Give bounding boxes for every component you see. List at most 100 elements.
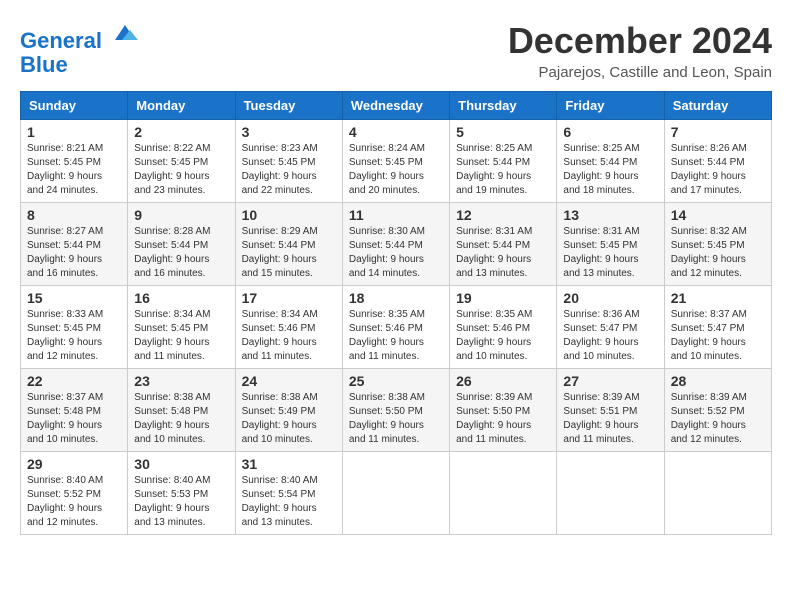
day-info: Sunrise: 8:27 AM Sunset: 5:44 PM Dayligh… [27, 225, 121, 281]
day-number: 12 [456, 207, 550, 223]
calendar-cell: 28 Sunrise: 8:39 AM Sunset: 5:52 PM Dayl… [664, 369, 771, 452]
day-number: 13 [563, 207, 657, 223]
day-number: 15 [27, 290, 121, 306]
logo: General Blue [20, 20, 140, 77]
weekday-header: Sunday [21, 92, 128, 120]
calendar-cell: 9 Sunrise: 8:28 AM Sunset: 5:44 PM Dayli… [128, 203, 235, 286]
day-info: Sunrise: 8:39 AM Sunset: 5:50 PM Dayligh… [456, 391, 550, 447]
day-info: Sunrise: 8:40 AM Sunset: 5:52 PM Dayligh… [27, 474, 121, 530]
weekday-header-row: SundayMondayTuesdayWednesdayThursdayFrid… [21, 92, 772, 120]
calendar-cell: 26 Sunrise: 8:39 AM Sunset: 5:50 PM Dayl… [450, 369, 557, 452]
day-number: 6 [563, 124, 657, 140]
calendar-cell: 29 Sunrise: 8:40 AM Sunset: 5:52 PM Dayl… [21, 452, 128, 535]
calendar-week-row: 15 Sunrise: 8:33 AM Sunset: 5:45 PM Dayl… [21, 286, 772, 369]
day-info: Sunrise: 8:30 AM Sunset: 5:44 PM Dayligh… [349, 225, 443, 281]
calendar-cell: 1 Sunrise: 8:21 AM Sunset: 5:45 PM Dayli… [21, 120, 128, 203]
day-number: 18 [349, 290, 443, 306]
day-number: 28 [671, 373, 765, 389]
day-info: Sunrise: 8:31 AM Sunset: 5:44 PM Dayligh… [456, 225, 550, 281]
calendar-cell: 3 Sunrise: 8:23 AM Sunset: 5:45 PM Dayli… [235, 120, 342, 203]
day-number: 21 [671, 290, 765, 306]
calendar-cell: 25 Sunrise: 8:38 AM Sunset: 5:50 PM Dayl… [342, 369, 449, 452]
day-number: 10 [242, 207, 336, 223]
day-number: 5 [456, 124, 550, 140]
day-info: Sunrise: 8:29 AM Sunset: 5:44 PM Dayligh… [242, 225, 336, 281]
weekday-header: Friday [557, 92, 664, 120]
calendar-cell: 23 Sunrise: 8:38 AM Sunset: 5:48 PM Dayl… [128, 369, 235, 452]
logo-icon [110, 20, 140, 48]
day-number: 30 [134, 456, 228, 472]
day-info: Sunrise: 8:35 AM Sunset: 5:46 PM Dayligh… [456, 308, 550, 364]
page-header: General Blue December 2024 Pajarejos, Ca… [20, 20, 772, 81]
day-info: Sunrise: 8:31 AM Sunset: 5:45 PM Dayligh… [563, 225, 657, 281]
day-number: 23 [134, 373, 228, 389]
weekday-header: Tuesday [235, 92, 342, 120]
day-number: 4 [349, 124, 443, 140]
weekday-header: Thursday [450, 92, 557, 120]
calendar-cell [664, 452, 771, 535]
day-number: 17 [242, 290, 336, 306]
calendar-cell: 4 Sunrise: 8:24 AM Sunset: 5:45 PM Dayli… [342, 120, 449, 203]
calendar-cell: 10 Sunrise: 8:29 AM Sunset: 5:44 PM Dayl… [235, 203, 342, 286]
day-info: Sunrise: 8:22 AM Sunset: 5:45 PM Dayligh… [134, 142, 228, 198]
calendar-cell: 30 Sunrise: 8:40 AM Sunset: 5:53 PM Dayl… [128, 452, 235, 535]
day-number: 1 [27, 124, 121, 140]
day-info: Sunrise: 8:21 AM Sunset: 5:45 PM Dayligh… [27, 142, 121, 198]
calendar-cell: 8 Sunrise: 8:27 AM Sunset: 5:44 PM Dayli… [21, 203, 128, 286]
day-info: Sunrise: 8:32 AM Sunset: 5:45 PM Dayligh… [671, 225, 765, 281]
calendar-cell: 17 Sunrise: 8:34 AM Sunset: 5:46 PM Dayl… [235, 286, 342, 369]
calendar-cell [342, 452, 449, 535]
day-info: Sunrise: 8:28 AM Sunset: 5:44 PM Dayligh… [134, 225, 228, 281]
calendar-cell: 5 Sunrise: 8:25 AM Sunset: 5:44 PM Dayli… [450, 120, 557, 203]
day-info: Sunrise: 8:36 AM Sunset: 5:47 PM Dayligh… [563, 308, 657, 364]
logo-blue: Blue [20, 52, 68, 77]
day-info: Sunrise: 8:37 AM Sunset: 5:47 PM Dayligh… [671, 308, 765, 364]
day-info: Sunrise: 8:33 AM Sunset: 5:45 PM Dayligh… [27, 308, 121, 364]
calendar-cell: 6 Sunrise: 8:25 AM Sunset: 5:44 PM Dayli… [557, 120, 664, 203]
calendar-cell: 31 Sunrise: 8:40 AM Sunset: 5:54 PM Dayl… [235, 452, 342, 535]
day-number: 11 [349, 207, 443, 223]
day-info: Sunrise: 8:34 AM Sunset: 5:45 PM Dayligh… [134, 308, 228, 364]
day-number: 14 [671, 207, 765, 223]
calendar-cell: 2 Sunrise: 8:22 AM Sunset: 5:45 PM Dayli… [128, 120, 235, 203]
day-number: 19 [456, 290, 550, 306]
calendar-cell [557, 452, 664, 535]
day-number: 31 [242, 456, 336, 472]
calendar-cell: 24 Sunrise: 8:38 AM Sunset: 5:49 PM Dayl… [235, 369, 342, 452]
logo-general: General [20, 28, 102, 53]
calendar-cell: 20 Sunrise: 8:36 AM Sunset: 5:47 PM Dayl… [557, 286, 664, 369]
calendar-cell: 16 Sunrise: 8:34 AM Sunset: 5:45 PM Dayl… [128, 286, 235, 369]
day-info: Sunrise: 8:35 AM Sunset: 5:46 PM Dayligh… [349, 308, 443, 364]
day-number: 20 [563, 290, 657, 306]
day-number: 9 [134, 207, 228, 223]
calendar-week-row: 29 Sunrise: 8:40 AM Sunset: 5:52 PM Dayl… [21, 452, 772, 535]
day-info: Sunrise: 8:39 AM Sunset: 5:52 PM Dayligh… [671, 391, 765, 447]
day-info: Sunrise: 8:39 AM Sunset: 5:51 PM Dayligh… [563, 391, 657, 447]
calendar-cell: 27 Sunrise: 8:39 AM Sunset: 5:51 PM Dayl… [557, 369, 664, 452]
day-number: 27 [563, 373, 657, 389]
title-block: December 2024 Pajarejos, Castille and Le… [508, 20, 772, 81]
day-info: Sunrise: 8:38 AM Sunset: 5:50 PM Dayligh… [349, 391, 443, 447]
weekday-header: Saturday [664, 92, 771, 120]
calendar-cell: 14 Sunrise: 8:32 AM Sunset: 5:45 PM Dayl… [664, 203, 771, 286]
calendar-week-row: 8 Sunrise: 8:27 AM Sunset: 5:44 PM Dayli… [21, 203, 772, 286]
calendar-cell: 21 Sunrise: 8:37 AM Sunset: 5:47 PM Dayl… [664, 286, 771, 369]
calendar-cell: 12 Sunrise: 8:31 AM Sunset: 5:44 PM Dayl… [450, 203, 557, 286]
calendar-cell [450, 452, 557, 535]
day-info: Sunrise: 8:23 AM Sunset: 5:45 PM Dayligh… [242, 142, 336, 198]
day-info: Sunrise: 8:34 AM Sunset: 5:46 PM Dayligh… [242, 308, 336, 364]
day-number: 2 [134, 124, 228, 140]
day-number: 3 [242, 124, 336, 140]
day-number: 8 [27, 207, 121, 223]
day-info: Sunrise: 8:40 AM Sunset: 5:53 PM Dayligh… [134, 474, 228, 530]
day-info: Sunrise: 8:25 AM Sunset: 5:44 PM Dayligh… [563, 142, 657, 198]
calendar-cell: 19 Sunrise: 8:35 AM Sunset: 5:46 PM Dayl… [450, 286, 557, 369]
calendar-cell: 13 Sunrise: 8:31 AM Sunset: 5:45 PM Dayl… [557, 203, 664, 286]
day-number: 22 [27, 373, 121, 389]
calendar-cell: 7 Sunrise: 8:26 AM Sunset: 5:44 PM Dayli… [664, 120, 771, 203]
calendar-cell: 15 Sunrise: 8:33 AM Sunset: 5:45 PM Dayl… [21, 286, 128, 369]
day-number: 25 [349, 373, 443, 389]
weekday-header: Monday [128, 92, 235, 120]
day-number: 29 [27, 456, 121, 472]
day-number: 7 [671, 124, 765, 140]
